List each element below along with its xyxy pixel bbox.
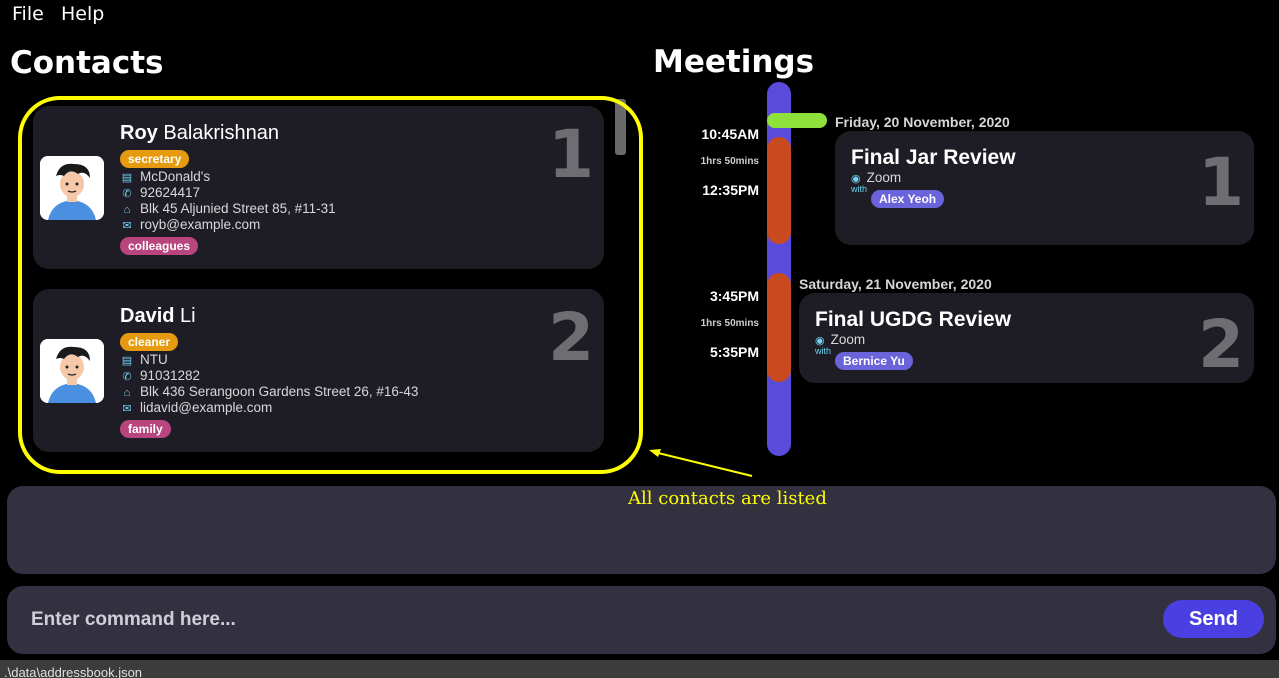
- meeting-index: 2: [1198, 306, 1244, 383]
- meeting-start-time: 10:45AM: [701, 126, 759, 142]
- meeting-date: Saturday, 21 November, 2020: [799, 276, 992, 292]
- meeting-block: [767, 137, 791, 244]
- command-bar: Send: [7, 586, 1276, 654]
- meeting-card[interactable]: Final UGDG Review ◉ Zoom with Bernice Yu …: [799, 293, 1254, 383]
- menu-file[interactable]: File: [12, 3, 44, 25]
- meeting-end-time: 5:35PM: [709, 344, 759, 360]
- meeting-card[interactable]: Final Jar Review ◉ Zoom with Alex Yeoh 1: [835, 131, 1254, 245]
- with-label: with: [851, 184, 868, 194]
- meeting-location: ◉ Zoom: [815, 332, 865, 347]
- contacts-title: Contacts: [10, 45, 164, 81]
- meeting-block: [767, 273, 791, 382]
- highlight-ring: [18, 96, 643, 474]
- meeting-duration: 1hrs 50mins: [700, 156, 759, 167]
- current-time-marker: [767, 113, 827, 128]
- meeting-end-time: 12:35PM: [702, 182, 759, 198]
- participant-tag: Bernice Yu: [835, 352, 913, 370]
- status-file-path: .\data\addressbook.json: [4, 665, 143, 678]
- location-text: Zoom: [866, 170, 902, 185]
- participant-tag: Alex Yeoh: [871, 190, 945, 208]
- location-text: Zoom: [830, 332, 866, 347]
- meeting-duration: 1hrs 50mins: [700, 318, 759, 329]
- meeting-location: ◉ Zoom: [851, 170, 901, 185]
- send-button[interactable]: Send: [1163, 600, 1264, 638]
- meeting-title: Final UGDG Review: [815, 308, 1012, 331]
- meeting-start-time: 3:45PM: [709, 288, 759, 304]
- command-input[interactable]: [21, 600, 1141, 640]
- menu-bar: File Help: [0, 0, 1279, 28]
- meetings-title: Meetings: [653, 44, 815, 80]
- menu-help[interactable]: Help: [61, 3, 104, 25]
- annotation-text: All contacts are listed: [628, 488, 827, 509]
- meeting-title: Final Jar Review: [851, 146, 1016, 169]
- with-label: with: [815, 346, 832, 356]
- meeting-index: 1: [1198, 144, 1244, 221]
- annotation-arrow: [649, 449, 753, 477]
- status-bar: .\data\addressbook.json: [0, 660, 1279, 678]
- meeting-date: Friday, 20 November, 2020: [835, 114, 1010, 130]
